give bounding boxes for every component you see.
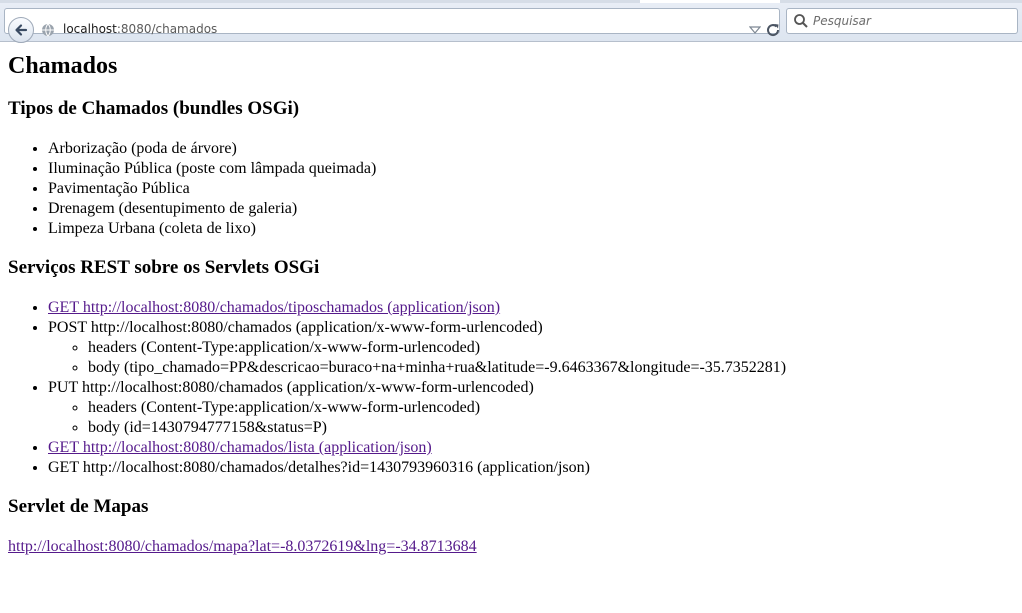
rest-list: GET http://localhost:8080/chamados/tipos… (8, 298, 1014, 478)
page-title: Chamados (8, 53, 118, 79)
post-details: headers (Content-Type:application/x-www-… (48, 338, 1014, 378)
rest-heading: Serviços REST sobre os Servlets OSGi (8, 257, 320, 278)
list-item: GET http://localhost:8080/chamados/lista… (48, 438, 1014, 458)
map-link[interactable]: http://localhost:8080/chamados/mapa?lat=… (8, 538, 477, 555)
post-endpoint: POST http://localhost:8080/chamados (app… (48, 319, 543, 336)
list-item: body (tipo_chamado=PP&descricao=buraco+n… (88, 358, 1014, 378)
url-path: :8080/chamados (116, 22, 218, 36)
address-bar[interactable]: localhost:8080/chamados (4, 8, 780, 43)
map-paragraph: http://localhost:8080/chamados/mapa?lat=… (8, 537, 1014, 557)
browser-toolbar: localhost:8080/chamados Pesquisar (0, 0, 1022, 43)
list-item: POST http://localhost:8080/chamados (app… (48, 318, 1014, 378)
put-endpoint: PUT http://localhost:8080/chamados (appl… (48, 379, 534, 396)
back-button[interactable] (8, 17, 34, 43)
list-item: Drenagem (desentupimento de galeria) (48, 199, 1014, 219)
list-item: Arborização (poda de árvore) (48, 139, 1014, 159)
list-item: headers (Content-Type:application/x-www-… (88, 338, 1014, 358)
tab-strip (0, 0, 1022, 3)
list-item: Iluminação Pública (poste com lâmpada qu… (48, 159, 1014, 179)
list-item: body (id=1430794777158&status=P) (88, 418, 1014, 438)
list-item: GET http://localhost:8080/chamados/detal… (48, 458, 1014, 478)
get-lista-link[interactable]: GET http://localhost:8080/chamados/lista… (48, 439, 432, 456)
globe-icon (42, 23, 54, 37)
put-details: headers (Content-Type:application/x-www-… (48, 398, 1014, 438)
get-tipos-link[interactable]: GET http://localhost:8080/chamados/tipos… (48, 299, 500, 316)
search-icon (794, 14, 808, 28)
list-item: Limpeza Urbana (coleta de lixo) (48, 219, 1014, 239)
url-text[interactable]: localhost:8080/chamados (63, 22, 217, 36)
search-placeholder: Pesquisar (813, 14, 871, 28)
list-item: GET http://localhost:8080/chamados/tipos… (48, 298, 1014, 318)
list-item: Pavimentação Pública (48, 179, 1014, 199)
list-item: PUT http://localhost:8080/chamados (appl… (48, 378, 1014, 438)
search-bar[interactable]: Pesquisar (786, 8, 1018, 34)
back-arrow-icon (15, 24, 28, 36)
types-list: Arborização (poda de árvore) Iluminação … (8, 139, 1014, 239)
maps-heading: Servlet de Mapas (8, 496, 149, 517)
list-item: headers (Content-Type:application/x-www-… (88, 398, 1014, 418)
types-heading: Tipos de Chamados (bundles OSGi) (8, 98, 300, 119)
reload-icon[interactable] (765, 22, 781, 38)
url-host: localhost (63, 22, 117, 36)
chevron-down-icon[interactable] (749, 24, 761, 36)
page-content: Chamados Tipos de Chamados (bundles OSGi… (0, 42, 1022, 557)
